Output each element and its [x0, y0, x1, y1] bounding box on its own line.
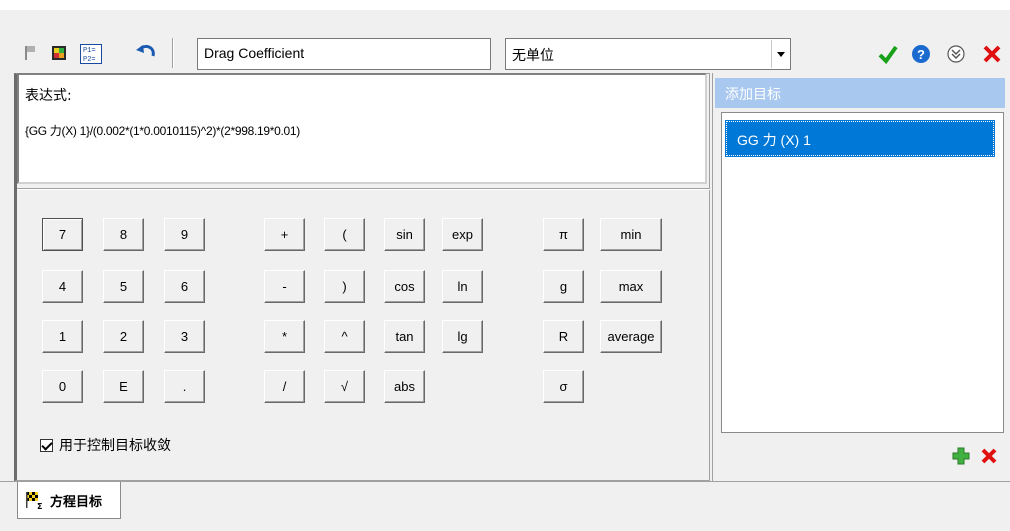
key-close-paren[interactable]: ) — [324, 270, 365, 303]
convergence-checkbox[interactable]: 用于控制目标收敛 — [40, 435, 171, 455]
key-multiply[interactable]: * — [264, 320, 305, 353]
svg-text:P2=: P2= — [83, 56, 96, 64]
tab-equation-goal[interactable]: Σ 方程目标 — [17, 482, 121, 519]
chevron-down-icon[interactable] — [771, 40, 789, 68]
key-ln[interactable]: ln — [442, 270, 483, 303]
colored-chart-icon[interactable] — [50, 44, 68, 62]
panel-divider — [17, 188, 710, 190]
expression-text: {GG 力(X) 1}/(0.002*(1*0.0010115)^2)*(2*9… — [25, 124, 300, 138]
key-pi[interactable]: π — [543, 218, 584, 251]
key-9[interactable]: 9 — [164, 218, 205, 251]
key-1[interactable]: 1 — [42, 320, 83, 353]
key-sin[interactable]: sin — [384, 218, 425, 251]
p1-p2-equation-icon[interactable]: P1= P2= — [80, 44, 102, 64]
add-target-header: 添加目标 — [715, 78, 1005, 108]
key-decimal[interactable]: . — [164, 370, 205, 403]
toolbar-separator — [172, 38, 174, 68]
convergence-checkbox-label: 用于控制目标收敛 — [59, 438, 171, 454]
tab-bar — [0, 481, 1010, 531]
expression-label: 表达式: — [25, 88, 72, 104]
key-minus[interactable]: - — [264, 270, 305, 303]
help-icon[interactable]: ? — [911, 44, 931, 64]
key-average[interactable]: average — [600, 320, 662, 353]
key-plus[interactable]: + — [264, 218, 305, 251]
key-power[interactable]: ^ — [324, 320, 365, 353]
target-list[interactable] — [721, 112, 1004, 433]
key-3[interactable]: 3 — [164, 320, 205, 353]
key-6[interactable]: 6 — [164, 270, 205, 303]
unit-select-value: 无单位 — [512, 48, 554, 64]
checkbox-checked[interactable] — [40, 438, 53, 452]
tab-label: 方程目标 — [50, 494, 103, 510]
key-max[interactable]: max — [600, 270, 662, 303]
checkered-flag-sigma-icon: Σ — [26, 492, 42, 510]
key-divide[interactable]: / — [264, 370, 305, 403]
key-exp[interactable]: exp — [442, 218, 483, 251]
expression-box[interactable]: 表达式: {GG 力(X) 1}/(0.002*(1*0.0010115)^2)… — [17, 73, 707, 184]
key-8[interactable]: 8 — [103, 218, 144, 251]
key-sigma[interactable]: σ — [543, 370, 584, 403]
key-cos[interactable]: cos — [384, 270, 425, 303]
key-7[interactable]: 7 — [42, 218, 83, 251]
key-g[interactable]: g — [543, 270, 584, 303]
flag-icon[interactable] — [22, 44, 40, 62]
svg-text:Σ: Σ — [37, 502, 42, 510]
top-strip — [0, 0, 1010, 10]
add-plus-icon[interactable] — [952, 447, 970, 465]
key-4[interactable]: 4 — [42, 270, 83, 303]
key-abs[interactable]: abs — [384, 370, 425, 403]
svg-text:P1=: P1= — [83, 47, 96, 55]
svg-text:?: ? — [917, 47, 925, 62]
key-2[interactable]: 2 — [103, 320, 144, 353]
close-icon[interactable] — [982, 44, 1002, 64]
collapse-icon[interactable] — [946, 44, 966, 64]
key-lg[interactable]: lg — [442, 320, 483, 353]
target-list-item[interactable]: GG 力 (X) 1 — [725, 120, 995, 157]
key-e[interactable]: E — [103, 370, 144, 403]
key-0[interactable]: 0 — [42, 370, 83, 403]
ok-check-icon[interactable] — [878, 44, 898, 64]
undo-icon[interactable] — [135, 44, 157, 62]
unit-select[interactable]: 无单位 — [505, 38, 791, 70]
delete-x-icon[interactable] — [980, 447, 998, 465]
key-min[interactable]: min — [600, 218, 662, 251]
key-r[interactable]: R — [543, 320, 584, 353]
key-5[interactable]: 5 — [103, 270, 144, 303]
toolbar: P1= P2= Drag Coefficient 无单位 ? — [0, 10, 1010, 70]
key-tan[interactable]: tan — [384, 320, 425, 353]
name-field[interactable]: Drag Coefficient — [197, 38, 491, 70]
key-open-paren[interactable]: ( — [324, 218, 365, 251]
key-sqrt[interactable]: √ — [324, 370, 365, 403]
